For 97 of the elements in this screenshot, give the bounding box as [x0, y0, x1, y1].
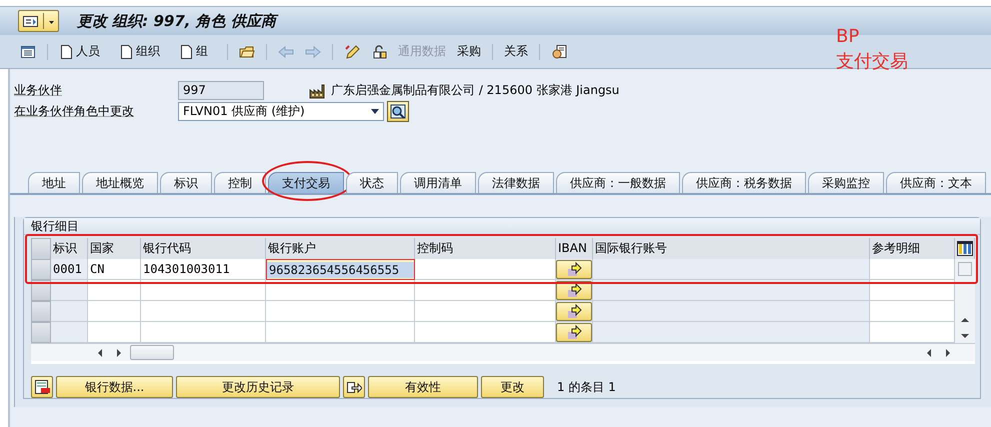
details-icon[interactable] — [20, 44, 36, 60]
table-cell[interactable] — [141, 280, 266, 301]
arrow-icon — [566, 262, 582, 277]
table-cell[interactable] — [415, 322, 556, 343]
scroll-right-icon[interactable] — [114, 348, 124, 358]
icon-button[interactable] — [31, 376, 53, 398]
scroll-down-icon[interactable] — [960, 332, 970, 340]
document-icon — [59, 44, 73, 60]
arrow-icon — [566, 325, 582, 340]
table-cell[interactable] — [593, 301, 870, 322]
column-header[interactable]: 银行代码 — [141, 238, 266, 260]
action-button[interactable]: 更改历史记录 — [176, 376, 340, 398]
field-label: 在业务伙伴角色中更改 — [14, 103, 135, 120]
tab[interactable]: 状态 — [346, 172, 398, 193]
table-delete-icon — [34, 379, 50, 395]
table-cell[interactable]: 965823654556456555 — [266, 259, 415, 280]
table-cell[interactable] — [593, 322, 870, 343]
table-cell[interactable] — [870, 259, 955, 280]
column-settings-icon[interactable] — [956, 240, 972, 256]
table-cell[interactable]: 0001 — [51, 259, 88, 280]
column-header[interactable]: 银行账户 — [266, 238, 415, 260]
column-header[interactable]: 国家 — [88, 238, 141, 260]
search-button[interactable] — [387, 101, 409, 122]
table-cell[interactable] — [870, 301, 955, 322]
table-cell[interactable] — [415, 259, 556, 280]
menu-button[interactable] — [18, 10, 59, 32]
scroll-box-icon — [958, 262, 972, 276]
column-header[interactable]: 标识 — [51, 238, 88, 260]
table-cell[interactable] — [88, 301, 141, 322]
scroll-right-icon[interactable] — [943, 348, 953, 358]
action-button[interactable]: 银行数据... — [56, 376, 173, 398]
entry-count: 1 的条目 1 — [557, 378, 616, 396]
lock-toggle-icon[interactable] — [371, 44, 387, 60]
table-cell[interactable] — [266, 280, 415, 301]
toolbar-button[interactable]: 关系 — [504, 43, 528, 60]
action-button[interactable]: 更改 — [481, 376, 544, 398]
window-icon — [22, 14, 39, 28]
toolbar-button[interactable]: 采购 — [457, 43, 481, 60]
table-cell[interactable] — [870, 280, 955, 301]
folder-icon[interactable] — [239, 44, 255, 60]
tab[interactable]: 地址 — [28, 172, 80, 193]
tab[interactable]: 供应商：税务数据 — [682, 172, 806, 193]
table-cell[interactable] — [141, 322, 266, 343]
arrow-icon — [566, 283, 582, 298]
person-document-icon[interactable] — [551, 44, 567, 60]
table-cell[interactable] — [593, 280, 870, 301]
create-button[interactable]: 组织 — [119, 43, 160, 60]
tab[interactable]: 控制 — [214, 172, 266, 193]
field-label: 业务伙伴 — [14, 82, 63, 99]
table-cell[interactable] — [870, 322, 955, 343]
group-title: 银行细目 — [24, 218, 980, 235]
search-icon — [390, 104, 406, 120]
column-header[interactable]: 国际银行账号 — [593, 238, 870, 260]
tab[interactable]: 法律数据 — [478, 172, 554, 193]
row-selector[interactable] — [31, 280, 51, 301]
table-cell[interactable] — [88, 280, 141, 301]
column-header[interactable]: 控制码 — [415, 238, 556, 260]
icon-button[interactable] — [343, 376, 365, 398]
create-button[interactable]: 组 — [179, 43, 208, 60]
tab[interactable]: 支付交易 — [268, 172, 344, 193]
annotation-text: 支付交易 — [836, 50, 908, 74]
tab[interactable]: 地址概览 — [82, 172, 158, 193]
partner-description: 广东启强金属制品有限公司 / 215600 张家港 Jiangsu — [331, 82, 620, 99]
tab[interactable]: 采购监控 — [808, 172, 884, 193]
table-cell[interactable] — [266, 322, 415, 343]
table-cell[interactable] — [51, 322, 88, 343]
scroll-up-icon[interactable] — [960, 316, 970, 324]
tab[interactable]: 标识 — [160, 172, 212, 193]
table-cell[interactable] — [51, 301, 88, 322]
tab[interactable]: 供应商：文本 — [886, 172, 986, 193]
table-cell[interactable] — [88, 322, 141, 343]
pencil-icon[interactable] — [344, 44, 360, 60]
tab[interactable]: 调用清单 — [400, 172, 476, 193]
document-icon — [179, 44, 193, 60]
table-cell[interactable] — [141, 301, 266, 322]
column-header[interactable]: IBAN — [556, 238, 593, 260]
column-header[interactable]: 参考明细 — [870, 238, 955, 260]
document-icon — [119, 44, 133, 60]
caret-icon[interactable] — [371, 108, 379, 115]
factory-icon — [309, 82, 325, 98]
tab[interactable]: 供应商：一般数据 — [556, 172, 680, 193]
table-cell[interactable] — [593, 259, 870, 280]
table-cell[interactable]: 104301003011 — [141, 259, 266, 280]
window-title: 更改 组织: 997, 角色 供应商 — [77, 12, 276, 30]
table-cell[interactable] — [51, 280, 88, 301]
table-cell[interactable] — [415, 280, 556, 301]
table-cell[interactable] — [415, 301, 556, 322]
table-cell[interactable] — [266, 301, 415, 322]
role-dropdown[interactable]: FLVN01 供应商 (维护) — [178, 102, 384, 121]
table-cell[interactable]: CN — [88, 259, 141, 280]
partner-field[interactable]: 997 — [178, 81, 264, 100]
annotation-text: BP — [836, 25, 860, 49]
action-button[interactable]: 有效性 — [368, 376, 478, 398]
arrow-icon — [566, 304, 582, 319]
create-button[interactable]: 人员 — [59, 43, 100, 60]
scroll-thumb[interactable] — [130, 345, 174, 360]
export-icon — [346, 379, 362, 395]
